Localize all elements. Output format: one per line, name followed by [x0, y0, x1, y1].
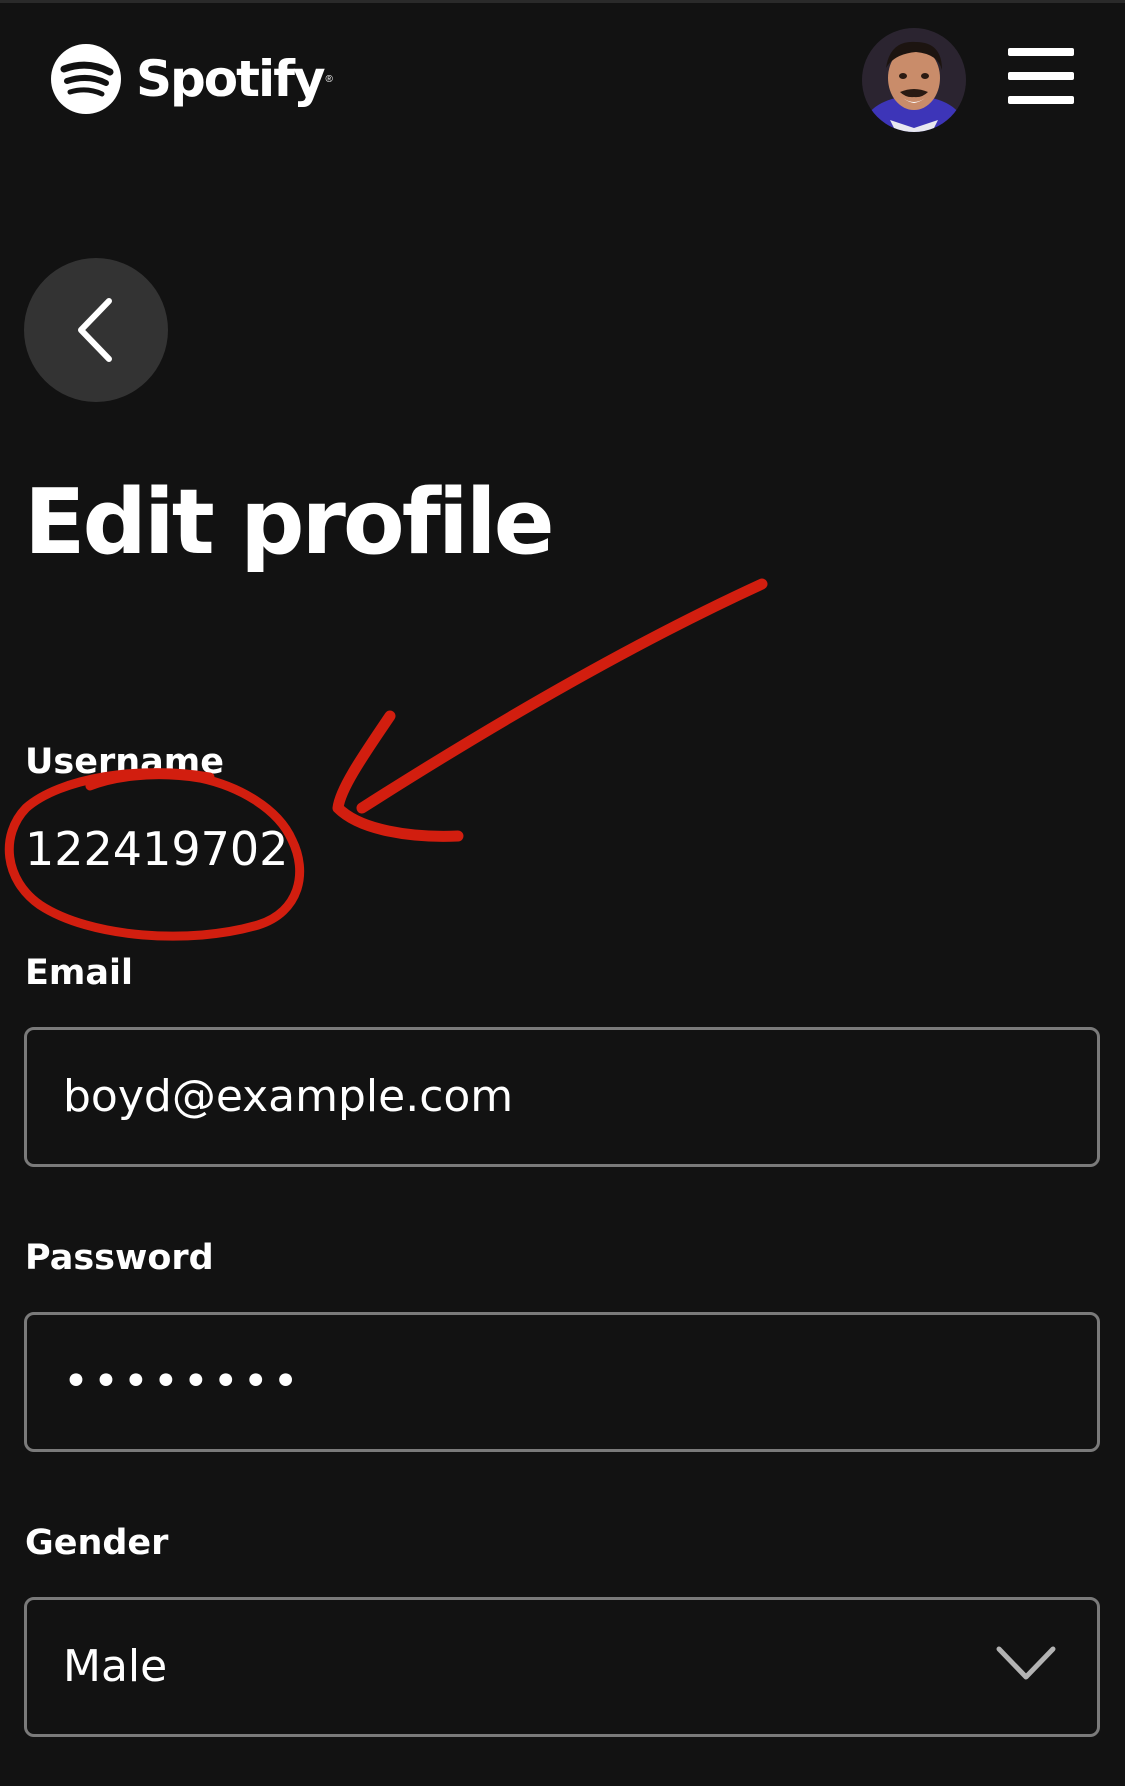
user-avatar[interactable]	[862, 28, 966, 132]
gender-label: Gender	[25, 1523, 169, 1563]
page-title: Edit profile	[24, 470, 555, 575]
email-value: boyd@example.com	[63, 1071, 514, 1122]
gender-select[interactable]: Male	[24, 1597, 1100, 1737]
menu-bar-top	[1008, 48, 1074, 56]
brand-name: Spotify	[136, 50, 326, 108]
username-value: 122419702	[25, 822, 289, 876]
top-border	[0, 0, 1125, 3]
spotify-logo[interactable]: Spotify ®	[50, 42, 333, 116]
menu-bar-bottom	[1008, 96, 1074, 104]
annotation-arrow-head	[332, 710, 464, 842]
gender-value: Male	[63, 1641, 168, 1692]
password-field[interactable]: ••••••••	[24, 1312, 1100, 1452]
username-label: Username	[25, 742, 224, 782]
hamburger-menu-icon[interactable]	[1008, 48, 1078, 104]
email-label: Email	[25, 953, 133, 993]
password-value: ••••••••	[63, 1356, 303, 1407]
red-annotation-overlay	[4, 578, 768, 941]
menu-bar-middle	[1008, 72, 1074, 80]
spotify-logo-icon	[51, 44, 121, 114]
chevron-left-icon	[78, 298, 112, 362]
password-label: Password	[25, 1238, 214, 1278]
edit-profile-page: Spotify ® Edit profile Username 122419702…	[0, 0, 1125, 1786]
avatar-image	[862, 28, 966, 132]
back-button[interactable]	[24, 258, 168, 402]
chevron-down-icon	[996, 1646, 1056, 1680]
email-field[interactable]: boyd@example.com	[24, 1027, 1100, 1167]
annotation-arrow-shaft	[356, 578, 768, 814]
registered-mark: ®	[325, 73, 333, 85]
